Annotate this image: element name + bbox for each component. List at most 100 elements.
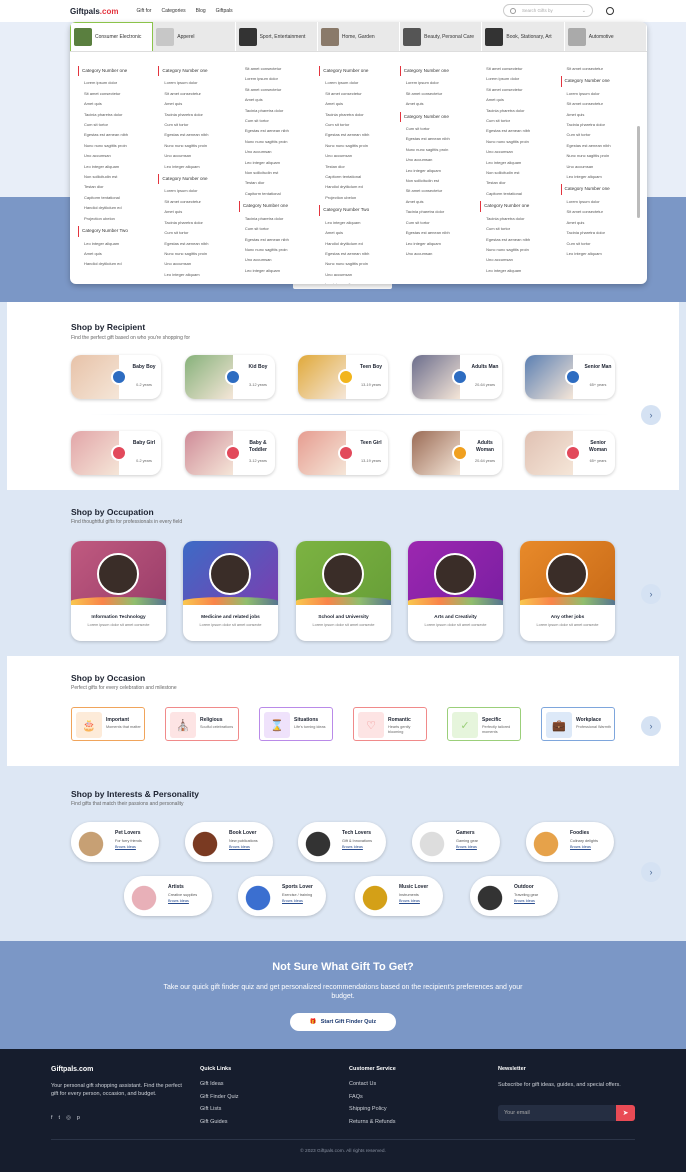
occupation-card[interactable]: Arts and Creativity Lorem ipsum dolor sit…: [408, 541, 503, 641]
recipient-card[interactable]: Teen Girl 13-19 years: [298, 431, 388, 475]
category-link[interactable]: Uno accumsan: [561, 162, 639, 172]
category-link[interactable]: Cum sit tortor: [239, 116, 317, 126]
footer-logo[interactable]: Giftpals.com: [51, 1066, 93, 1073]
recipient-card[interactable]: Baby Boy 0-2 years: [71, 355, 161, 399]
occasion-card[interactable]: 🎂 Important Moments that matter: [71, 707, 145, 741]
social-icon-0[interactable]: f: [51, 1115, 53, 1121]
browse-ideas-link[interactable]: Brows Ideas: [168, 899, 189, 903]
category-link[interactable]: Nunc nunc sagittis proin: [480, 245, 558, 255]
category-link[interactable]: Capitorm tentational: [319, 172, 397, 182]
category-link[interactable]: Cum sit tortor: [319, 120, 397, 130]
category-link[interactable]: Handiol drytikdum ed: [319, 182, 397, 192]
category-link[interactable]: Sit amet consectetur: [158, 197, 236, 207]
category-link[interactable]: Nunc nunc sagittis proin: [319, 141, 397, 151]
recipient-card[interactable]: Baby Girl 0-2 years: [71, 431, 161, 475]
category-link[interactable]: Nunc nunc sagittis proin: [400, 145, 478, 155]
send-icon[interactable]: ➤: [616, 1105, 635, 1121]
category-link[interactable]: Uno accumsan: [319, 151, 397, 161]
interest-card[interactable]: Book Lover New publications Brows Ideas: [185, 822, 273, 862]
occasion-card[interactable]: ✓ Specific Perfectly tailored moments: [447, 707, 521, 741]
tab-5[interactable]: Book, Stationary, Art: [482, 22, 565, 51]
category-link[interactable]: Amet quis: [78, 249, 156, 259]
category-link[interactable]: Testan dior: [319, 162, 397, 172]
category-link[interactable]: Amet quis: [480, 95, 558, 105]
search-input[interactable]: Search Gifts by ⌄: [503, 4, 593, 17]
category-link[interactable]: Uno accumsan: [158, 151, 236, 161]
category-link[interactable]: Sit amet consectetur: [480, 85, 558, 95]
browse-ideas-link[interactable]: Brows Ideas: [282, 899, 303, 903]
category-link[interactable]: Tacinia pharetra dolor: [561, 228, 639, 238]
tab-2[interactable]: Sport, Entertainment: [236, 22, 318, 51]
category-link[interactable]: Lorem ipsum dolor: [239, 74, 317, 84]
category-link[interactable]: Nunc nunc sagittis proin: [239, 137, 317, 147]
start-quiz-button[interactable]: 🎁 Start Gift Finder Quiz: [290, 1013, 396, 1031]
category-link[interactable]: Lorem ipsum dolor: [400, 78, 478, 88]
occasion-card[interactable]: ⌛ Situations Life's turning ideas: [259, 707, 333, 741]
category-link[interactable]: Amet quis: [319, 99, 397, 109]
category-link[interactable]: Leo integer aliquam: [400, 239, 478, 249]
category-link[interactable]: Cum sit tortor: [561, 130, 639, 140]
category-link[interactable]: Tacinia pharetra dolor: [78, 110, 156, 120]
next-arrow-button[interactable]: ›: [641, 862, 661, 882]
interest-card[interactable]: Gamers Gaming gear Brows Ideas: [412, 822, 500, 862]
category-link[interactable]: Sit amet consectetur: [239, 64, 317, 74]
category-heading[interactable]: Category Number one: [238, 201, 317, 212]
occupation-card[interactable]: School and University Lorem ipsum dolor s…: [296, 541, 391, 641]
category-link[interactable]: Uno accumsan: [158, 259, 236, 269]
category-link[interactable]: Amet quis: [158, 99, 236, 109]
occasion-card[interactable]: ♡ Romantic Hearts gently blooming: [353, 707, 427, 741]
category-heading[interactable]: Category Number one: [158, 66, 236, 77]
category-link[interactable]: Tacinia pharetra dolor: [158, 218, 236, 228]
occupation-card[interactable]: Medicine and related jobs Lorem ipsum dol…: [183, 541, 278, 641]
category-link[interactable]: Cum sit tortor: [480, 224, 558, 234]
tab-4[interactable]: Beauty, Personal Care: [400, 22, 483, 51]
footer-link[interactable]: Shipping Policy: [349, 1106, 387, 1112]
footer-link[interactable]: Gift Ideas: [200, 1081, 224, 1087]
recipient-card[interactable]: Baby & Toddler 3-12 years: [185, 431, 275, 475]
category-link[interactable]: Egestas est aenean nibh: [400, 134, 478, 144]
category-link[interactable]: Egestas est aenean nibh: [400, 228, 478, 238]
interest-card[interactable]: Artists Creative supplies Brows Ideas: [124, 876, 212, 916]
category-link[interactable]: Tacinia pharetra dolor: [561, 120, 639, 130]
occupation-card[interactable]: Any other jobs Lorem ipsum dolor sit amet…: [520, 541, 615, 641]
tab-6[interactable]: Automotive: [565, 22, 647, 51]
logo[interactable]: Giftpals.com: [70, 7, 118, 16]
category-link[interactable]: Non sollicitudin est: [480, 168, 558, 178]
category-link[interactable]: Leo integer aliquam: [480, 158, 558, 168]
browse-ideas-link[interactable]: Brows Ideas: [342, 845, 363, 849]
category-link[interactable]: Tacinia pharetra dolor: [239, 106, 317, 116]
category-link[interactable]: Uno accumsan: [78, 151, 156, 161]
tab-1[interactable]: Apperel: [153, 22, 236, 51]
footer-link[interactable]: Gift Lists: [200, 1106, 221, 1112]
recipient-card[interactable]: Adults Man 20-64 years: [412, 355, 502, 399]
email-input[interactable]: Your email: [498, 1105, 616, 1121]
category-link[interactable]: Leo integer aliquam: [319, 280, 397, 284]
category-link[interactable]: Uno accumsan: [319, 270, 397, 280]
category-link[interactable]: Non sollicitudin est: [400, 176, 478, 186]
category-link[interactable]: Sit amet consectetur: [561, 64, 639, 74]
category-heading[interactable]: Category Number one: [78, 66, 156, 77]
category-link[interactable]: Sit amet consectetur: [239, 85, 317, 95]
occupation-card[interactable]: Information Technology Lorem ipsum dolor …: [71, 541, 166, 641]
category-link[interactable]: Nunc nunc sagittis proin: [239, 245, 317, 255]
category-link[interactable]: Tacinia pharetra dolor: [400, 207, 478, 217]
category-link[interactable]: Egestas est aenean nibh: [239, 235, 317, 245]
category-link[interactable]: Cum sit tortor: [400, 124, 478, 134]
nav-link-0[interactable]: Gift for: [136, 8, 151, 14]
category-link[interactable]: Non sollicitudin est: [239, 168, 317, 178]
category-link[interactable]: Lorem ipsum dolor: [561, 89, 639, 99]
category-link[interactable]: Sit amet consectetur: [319, 89, 397, 99]
category-link[interactable]: Projection ubelon: [319, 193, 397, 203]
category-link[interactable]: Amet quis: [400, 99, 478, 109]
category-link[interactable]: Tacinia pharetra dolor: [158, 110, 236, 120]
category-link[interactable]: Lorem ipsum dolor: [78, 78, 156, 88]
category-link[interactable]: Egestas est aenean nibh: [158, 130, 236, 140]
category-link[interactable]: Amet quis: [158, 207, 236, 217]
category-link[interactable]: Handiol drytikdum ed: [78, 203, 156, 213]
category-link[interactable]: Cum sit tortor: [239, 224, 317, 234]
category-link[interactable]: Amet quis: [561, 110, 639, 120]
next-arrow-button[interactable]: ›: [641, 716, 661, 736]
interest-card[interactable]: Tech Lovers Gift & Innovations Brows Ideas: [298, 822, 386, 862]
recipient-card[interactable]: Kid Boy 3-12 years: [185, 355, 275, 399]
category-link[interactable]: Leo integer aliquam: [400, 166, 478, 176]
